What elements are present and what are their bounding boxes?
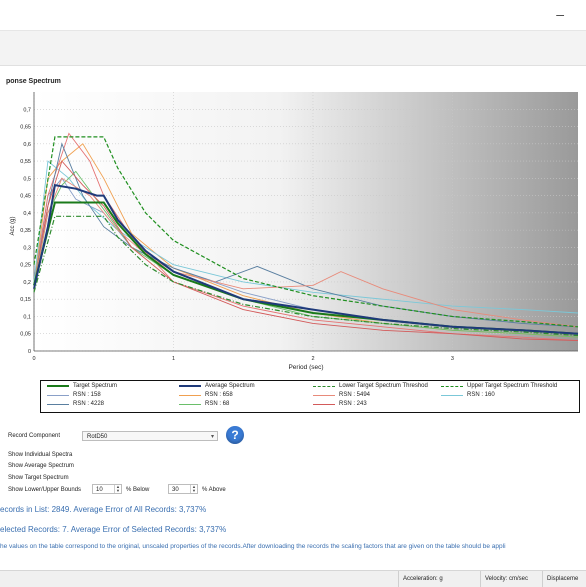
y-tick-label: 0,35 [20, 228, 31, 234]
y-tick-label: 0,6 [23, 142, 31, 148]
stepper-icon[interactable]: ▲ ▼ [190, 485, 197, 493]
status-acceleration: Acceleration: g [398, 571, 480, 587]
show-average-spectrum[interactable]: Show Average Spectrum [8, 463, 74, 469]
y-tick-label: 0,5 [23, 176, 31, 182]
legend-label: RSN : 4228 [73, 401, 105, 407]
legend-item: RSN : 68 [179, 401, 229, 407]
legend-item: Target Spectrum [47, 383, 117, 389]
legend-swatch [47, 385, 69, 387]
below-percent-value: 10 [96, 487, 103, 493]
y-axis-label: Acc (g) [10, 216, 16, 235]
y-tick-label: 0,65 [20, 125, 31, 131]
legend-label: Average Spectrum [205, 383, 255, 389]
legend-item: RSN : 4228 [47, 401, 104, 407]
legend-item: RSN : 5494 [313, 392, 370, 398]
legend-label: RSN : 658 [205, 392, 233, 398]
legend-swatch [179, 385, 201, 387]
y-tick-label: 0,25 [20, 263, 31, 269]
y-tick-label: 0,2 [23, 280, 31, 286]
y-tick-label: 0,7 [23, 107, 31, 113]
legend-label: Upper Target Spectrum Threshold [467, 383, 558, 389]
x-tick-label: 3 [451, 356, 454, 362]
legend-swatch [47, 394, 69, 396]
legend-label: Lower Target Spectrum Threshod [339, 383, 428, 389]
chart-svg: 0 0,05 0,1 0,15 0,2 0,25 0,3 0,35 0,4 0,45 0,5 0,55… [0, 86, 586, 392]
y-tick-label: 0 [28, 349, 31, 355]
help-icon[interactable]: ? [226, 426, 244, 444]
legend-item: RSN : 158 [47, 392, 101, 398]
y-tick-label: 0,15 [20, 297, 31, 303]
x-axis-label: Period (sec) [288, 364, 323, 371]
legend-item: Average Spectrum [179, 383, 255, 389]
legend-swatch [313, 385, 335, 387]
legend-item: RSN : 160 [441, 392, 495, 398]
y-tick-label: 0,3 [23, 245, 31, 251]
y-tick-label: 0,4 [23, 211, 31, 217]
record-component-label: Record Component [8, 433, 61, 439]
below-percent-label: % Below [126, 487, 150, 493]
show-bounds-label[interactable]: Show Lower/Upper Bounds [8, 487, 81, 493]
legend-item: Lower Target Spectrum Threshod [313, 383, 428, 389]
scaling-note-text: he values on the table correspond to the… [0, 543, 506, 550]
y-tick-label: 0,55 [20, 159, 31, 165]
legend-swatch [313, 403, 335, 405]
legend-swatch [179, 394, 201, 396]
status-velocity: Velocity: cm/sec [480, 571, 542, 587]
status-displacement: Displaceme [542, 571, 586, 587]
above-percent-value: 30 [172, 487, 179, 493]
chart-legend: Target Spectrum Average Spectrum Lower Tar… [40, 380, 580, 413]
legend-swatch [441, 394, 463, 396]
legend-label: RSN : 68 [205, 401, 230, 407]
status-bar: Acceleration: g Velocity: cm/sec Displac… [0, 570, 586, 587]
legend-swatch [441, 385, 463, 387]
title-bar: – [0, 0, 586, 30]
section-title: ponse Spectrum [6, 78, 61, 85]
show-individual-spectra[interactable]: Show Individual Spectra [8, 452, 72, 458]
above-percent-label: % Above [202, 487, 226, 493]
stepper-icon[interactable]: ▲ ▼ [114, 485, 121, 493]
legend-swatch [313, 394, 335, 396]
response-spectrum-chart: 0 0,05 0,1 0,15 0,2 0,25 0,3 0,35 0,4 0,45 0,5 0,55… [0, 86, 586, 392]
legend-item: RSN : 658 [179, 392, 233, 398]
y-tick-label: 0,1 [23, 314, 31, 320]
record-component-dropdown[interactable]: RotD50 ▾ [82, 431, 218, 441]
legend-label: RSN : 158 [73, 392, 101, 398]
legend-label: RSN : 243 [339, 401, 367, 407]
legend-label: RSN : 160 [467, 392, 495, 398]
record-component-value: RotD50 [87, 434, 108, 440]
minimize-button[interactable]: – [556, 6, 564, 22]
x-tick-label: 2 [311, 356, 314, 362]
toolbar [0, 30, 586, 66]
legend-item: RSN : 243 [313, 401, 367, 407]
legend-swatch [179, 403, 201, 405]
records-in-list-text: ecords in List: 2849. Average Error of A… [0, 505, 207, 514]
y-tick-label: 0,05 [20, 332, 31, 338]
x-tick-label: 0 [32, 356, 35, 362]
above-percent-input[interactable]: 30 ▲ ▼ [168, 484, 198, 494]
y-tick-label: 0,45 [20, 194, 31, 200]
show-target-spectrum[interactable]: Show Target Spectrum [8, 475, 69, 481]
selected-records-text: elected Records: 7. Average Error of Sel… [0, 525, 227, 534]
legend-label: Target Spectrum [73, 383, 118, 389]
legend-item: Upper Target Spectrum Threshold [441, 383, 557, 389]
below-percent-input[interactable]: 10 ▲ ▼ [92, 484, 122, 494]
legend-label: RSN : 5494 [339, 392, 371, 398]
x-tick-label: 1 [172, 356, 175, 362]
legend-swatch [47, 403, 69, 405]
chevron-down-icon: ▾ [210, 434, 214, 440]
